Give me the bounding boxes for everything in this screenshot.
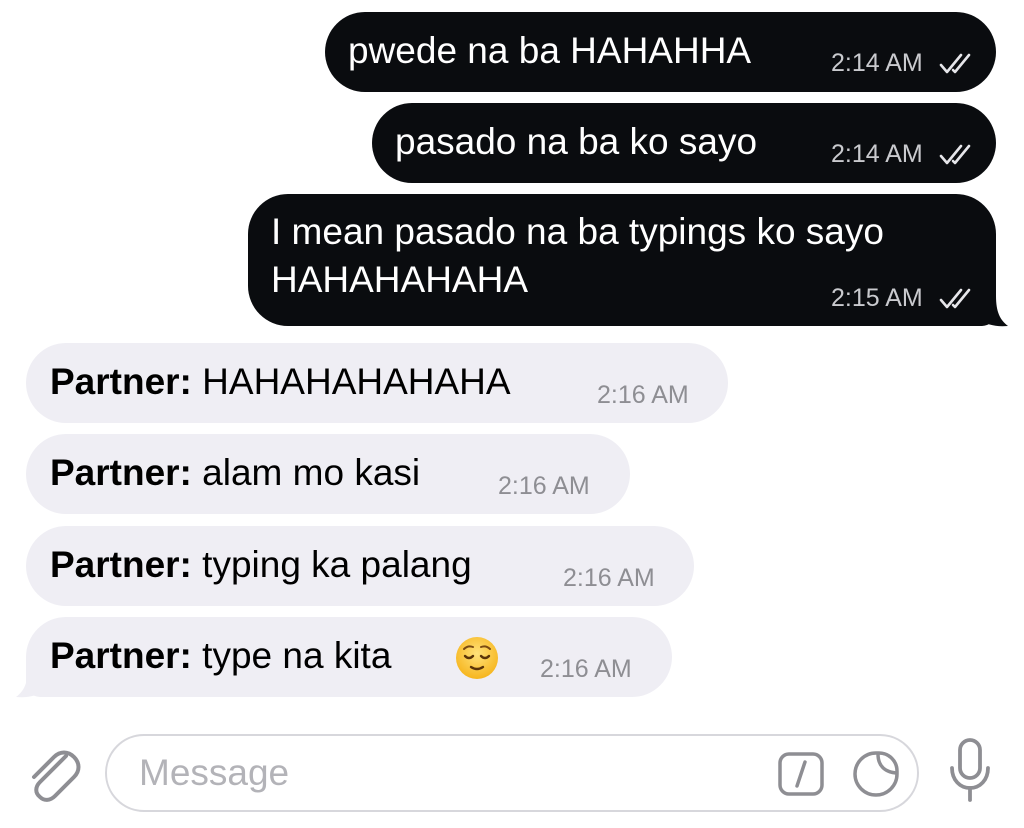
sender-name: Partner: xyxy=(50,452,192,493)
incoming-message-bubble[interactable]: Partner: alam mo kasi 2:16 AM xyxy=(26,434,630,514)
sticker-icon[interactable] xyxy=(851,749,901,799)
message-text: alam mo kasi xyxy=(202,452,421,493)
outgoing-message-bubble[interactable]: I mean pasado na ba typings ko sayo HAHA… xyxy=(248,194,996,326)
message-time: 2:14 AM xyxy=(831,49,923,77)
message-input[interactable]: Message xyxy=(105,734,919,812)
message-text: pwede na ba HAHAHHA xyxy=(348,30,752,71)
microphone-icon[interactable] xyxy=(946,736,994,808)
relieved-face-emoji xyxy=(456,637,498,679)
message-time: 2:15 AM xyxy=(831,284,923,312)
message-line: Partner: HAHAHAHAHAHA xyxy=(50,358,511,406)
message-list[interactable]: pwede na ba HAHAHHA 2:14 AM pasado na ba… xyxy=(0,0,1024,718)
command-slash-icon[interactable] xyxy=(777,751,825,797)
incoming-message-bubble[interactable]: Partner: HAHAHAHAHAHA 2:16 AM xyxy=(26,343,728,423)
paperclip-icon[interactable] xyxy=(22,740,82,806)
incoming-message-bubble[interactable]: Partner: typing ka palang 2:16 AM xyxy=(26,526,694,606)
sender-name: Partner: xyxy=(50,361,192,402)
sender-name: Partner: xyxy=(50,544,192,585)
message-text: pasado na ba ko sayo xyxy=(395,121,758,162)
outgoing-message-bubble[interactable]: pasado na ba ko sayo 2:14 AM xyxy=(372,103,996,183)
read-double-check-icon xyxy=(939,288,971,309)
message-placeholder: Message xyxy=(139,752,290,793)
message-time: 2:16 AM xyxy=(540,655,632,683)
incoming-message-bubble[interactable]: Partner: type na kita 2:16 AM xyxy=(26,617,672,697)
message-line: Partner: alam mo kasi xyxy=(50,449,420,497)
bubble-tail xyxy=(16,667,46,698)
input-bar: Message xyxy=(0,718,1024,828)
message-text: type na kita xyxy=(202,635,392,676)
message-time: 2:16 AM xyxy=(597,381,689,409)
message-time: 2:14 AM xyxy=(831,140,923,168)
read-double-check-icon xyxy=(939,53,971,74)
message-line: Partner: typing ka palang xyxy=(50,541,472,589)
message-line: Partner: type na kita xyxy=(50,632,391,680)
outgoing-message-bubble[interactable]: pwede na ba HAHAHHA 2:14 AM xyxy=(325,12,996,92)
read-double-check-icon xyxy=(939,144,971,165)
bubble-tail xyxy=(978,296,1008,327)
sender-name: Partner: xyxy=(50,635,192,676)
message-time: 2:16 AM xyxy=(498,472,590,500)
message-text: typing ka palang xyxy=(202,544,472,585)
message-text: HAHAHAHAHAHA xyxy=(202,361,511,402)
message-time: 2:16 AM xyxy=(563,564,655,592)
